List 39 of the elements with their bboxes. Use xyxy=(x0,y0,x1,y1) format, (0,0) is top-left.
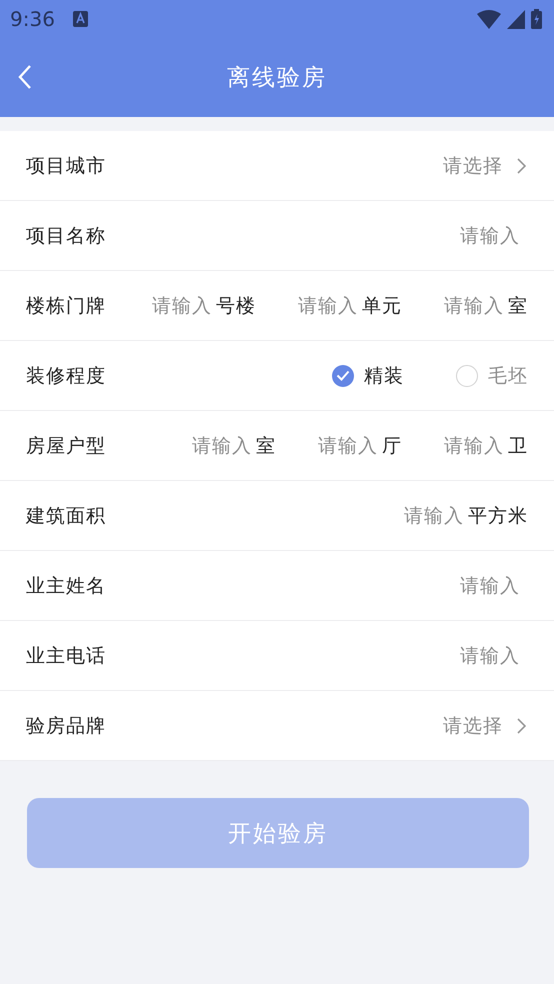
field-label: 项目城市 xyxy=(26,154,107,178)
unit-label: 厅 xyxy=(382,434,402,458)
text-field[interactable]: 请输入 xyxy=(456,224,520,246)
text-field[interactable]: 请输入 xyxy=(310,434,378,456)
radio-option[interactable]: 精装 xyxy=(332,362,404,388)
text-field[interactable]: 请输入 xyxy=(456,574,520,596)
chevron-right-icon xyxy=(517,158,526,174)
field-label: 楼栋门牌 xyxy=(26,294,107,318)
status-time: 9:36 xyxy=(10,7,55,31)
unit-label: 平方米 xyxy=(468,504,528,528)
text-field[interactable]: 请输入 xyxy=(456,644,520,666)
text-field[interactable]: 请输入 xyxy=(436,294,504,316)
wifi-icon xyxy=(477,10,501,28)
picker-button[interactable]: 请选择 xyxy=(443,152,526,178)
text-field[interactable]: 请输入 xyxy=(144,294,212,316)
battery-icon xyxy=(531,9,542,29)
page-title: 离线验房 xyxy=(227,64,327,93)
unit-label: 室 xyxy=(508,294,528,318)
text-field[interactable]: 请输入 xyxy=(184,434,252,456)
field-label: 房屋户型 xyxy=(26,434,107,458)
signal-icon xyxy=(507,10,525,28)
text-field[interactable]: 请输入 xyxy=(290,294,358,316)
text-field[interactable]: 请输入 xyxy=(436,434,504,456)
text-field[interactable]: 请输入 xyxy=(396,504,464,526)
radio-option[interactable]: 毛坯 xyxy=(456,362,528,388)
field-label: 业主姓名 xyxy=(26,574,107,598)
back-icon xyxy=(18,64,32,90)
unit-label: 卫 xyxy=(508,434,528,458)
unit-label: 单元 xyxy=(362,294,402,318)
picker-button[interactable]: 请选择 xyxy=(443,712,526,738)
field-label: 项目名称 xyxy=(26,224,107,248)
unit-label: 室 xyxy=(256,434,276,458)
chevron-right-icon xyxy=(517,718,526,734)
keyboard-icon xyxy=(72,11,88,27)
field-label: 业主电话 xyxy=(26,644,107,668)
field-label: 建筑面积 xyxy=(26,504,107,528)
field-label: 装修程度 xyxy=(26,364,107,388)
field-label: 验房品牌 xyxy=(26,714,107,738)
unit-label: 号楼 xyxy=(216,294,256,318)
